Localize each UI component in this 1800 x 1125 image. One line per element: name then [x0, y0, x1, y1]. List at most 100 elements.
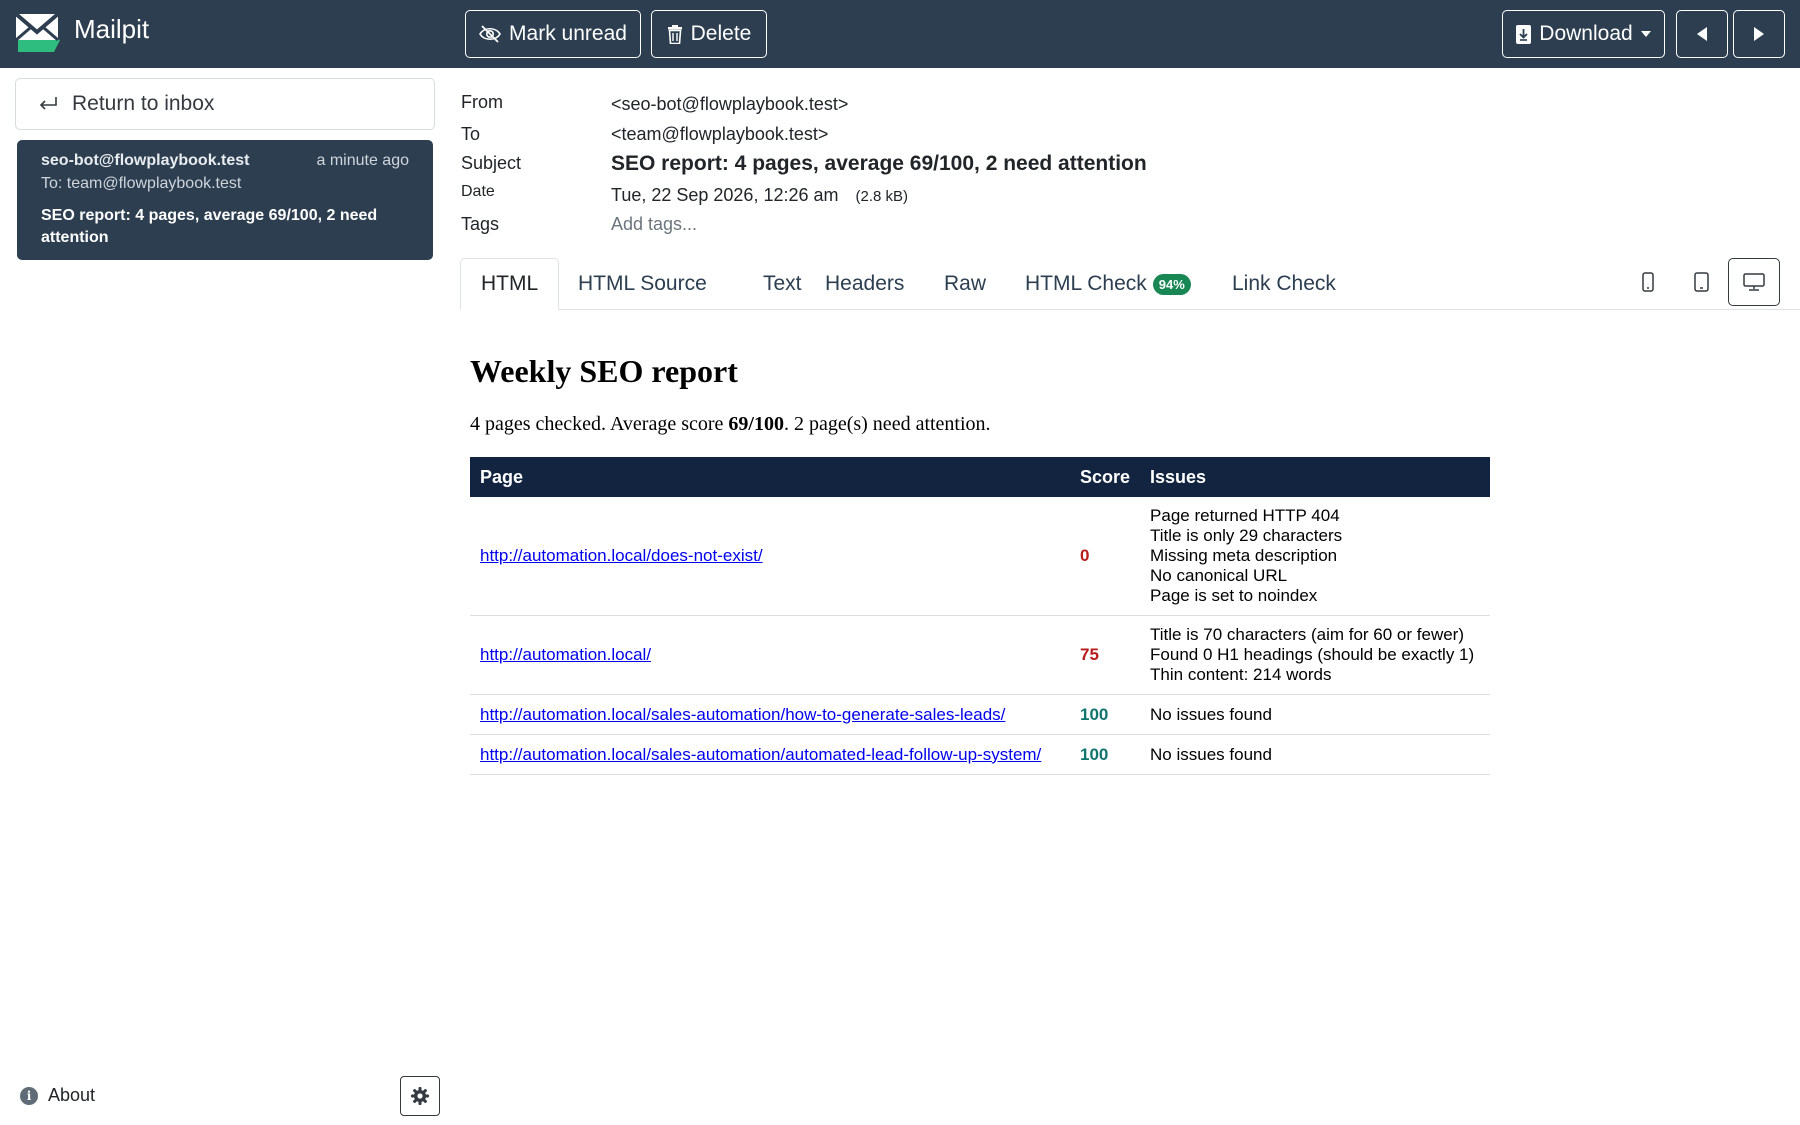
brand[interactable]: Mailpit — [14, 10, 149, 56]
tab-html-source[interactable]: HTML Source — [558, 258, 727, 310]
page-link[interactable]: http://automation.local/sales-automation… — [480, 745, 1041, 764]
tab-label: Link Check — [1232, 272, 1336, 295]
score-cell: 100 — [1070, 694, 1141, 735]
html-check-score-badge: 94% — [1152, 273, 1191, 295]
page-cell: http://automation.local/sales-automation… — [470, 694, 1070, 735]
tab-label: Raw — [944, 272, 987, 295]
about-label: About — [48, 1085, 96, 1105]
table-header-row: Page Score Issues — [470, 457, 1490, 497]
issues-cell: No issues found — [1140, 694, 1490, 735]
issue-text: Missing meta description — [1150, 546, 1338, 565]
tags-label: Tags — [461, 214, 500, 234]
column-header-page: Page — [470, 457, 1070, 497]
info-icon: i — [20, 1086, 38, 1105]
tab-raw[interactable]: Raw — [924, 258, 1006, 310]
message-size: (2.8 kB) — [855, 188, 909, 205]
tab-label: Text — [763, 272, 802, 295]
delete-label: Delete — [690, 22, 752, 45]
to-label: To — [461, 124, 481, 144]
return-to-inbox-label: Return to inbox — [72, 92, 215, 115]
about-link[interactable]: i About — [20, 1085, 95, 1106]
issues-cell: Title is 70 characters (aim for 60 or fe… — [1140, 615, 1490, 695]
tab-label: HTML Check — [1025, 272, 1147, 295]
tab-label: Headers — [825, 272, 905, 295]
message-time: a minute ago — [316, 152, 409, 169]
page-cell: http://automation.local/does-not-exist/ — [470, 497, 1070, 616]
tablet-view-button[interactable] — [1675, 258, 1727, 306]
issue-text: Page is set to noindex — [1150, 586, 1318, 605]
message-to: To: team@flowplaybook.test — [41, 175, 242, 192]
top-navbar: Mailpit Mark unread Delete Download — [0, 0, 1800, 68]
next-message-button[interactable] — [1733, 10, 1785, 58]
from-value: <seo-bot@flowplaybook.test> — [611, 94, 849, 114]
date-value: Tue, 22 Sep 2026, 12:26 am — [611, 185, 839, 205]
table-row: http://automation.local/does-not-exist/0… — [470, 497, 1490, 616]
settings-button[interactable] — [400, 1076, 440, 1116]
page-cell: http://automation.local/ — [470, 615, 1070, 695]
phone-view-button[interactable] — [1622, 258, 1674, 306]
summary-post: . 2 page(s) need attention. — [783, 413, 991, 435]
return-to-inbox-button[interactable]: Return to inbox — [15, 78, 435, 130]
issue-text: No issues found — [1150, 704, 1272, 724]
column-header-score: Score — [1070, 457, 1141, 497]
page-cell: http://automation.local/sales-automation… — [470, 734, 1070, 775]
message-list-item[interactable]: seo-bot@flowplaybook.test a minute ago T… — [17, 140, 433, 260]
table-row: http://automation.local/sales-automation… — [470, 734, 1490, 775]
tab-link-check[interactable]: Link Check — [1212, 258, 1356, 310]
message-subject: SEO report: 4 pages, average 69/100, 2 n… — [41, 207, 378, 246]
issues-cell: Page returned HTTP 404 Title is only 29 c… — [1140, 497, 1490, 616]
issue-text: Title is only 29 characters — [1150, 526, 1343, 545]
caret-right-icon — [1754, 27, 1764, 41]
score-cell: 75 — [1070, 615, 1141, 695]
app-name: Mailpit — [74, 13, 150, 44]
tab-html-check[interactable]: HTML Check 94% — [1005, 258, 1211, 310]
download-label: Download — [1539, 22, 1633, 45]
download-dropdown-button[interactable]: Download — [1502, 10, 1665, 58]
tab-label: HTML — [481, 272, 539, 295]
return-arrow-icon — [39, 97, 57, 110]
issue-text: No issues found — [1150, 744, 1272, 764]
subject-value: SEO report: 4 pages, average 69/100, 2 n… — [611, 152, 1147, 175]
date-row: Tue, 22 Sep 2026, 12:26 am (2.8 kB) — [611, 185, 908, 206]
tab-label: HTML Source — [578, 272, 707, 295]
seo-report-table: Page Score Issues http://automation.loca… — [470, 457, 1490, 775]
table-body: http://automation.local/does-not-exist/0… — [470, 497, 1490, 775]
phone-icon — [1642, 272, 1654, 292]
date-label: Date — [461, 183, 495, 200]
delete-button[interactable]: Delete — [651, 10, 767, 58]
tab-headers[interactable]: Headers — [805, 258, 924, 310]
score-cell: 0 — [1070, 497, 1141, 616]
column-header-issues: Issues — [1140, 457, 1490, 497]
email-summary: 4 pages checked. Average score 69/100. 2… — [470, 413, 991, 436]
desktop-icon — [1743, 273, 1765, 291]
summary-score: 69/100 — [728, 413, 784, 435]
eye-slash-icon — [479, 25, 501, 43]
summary-pre: 4 pages checked. Average score — [470, 413, 729, 435]
mark-unread-button[interactable]: Mark unread — [465, 10, 641, 58]
mark-unread-label: Mark unread — [509, 22, 627, 45]
download-file-icon — [1516, 24, 1532, 44]
page-link[interactable]: http://automation.local/sales-automation… — [480, 705, 1005, 724]
page-link[interactable]: http://automation.local/ — [480, 645, 651, 664]
mailpit-logo-icon — [14, 12, 60, 52]
tags-input[interactable]: Add tags... — [611, 214, 697, 235]
issue-text: No canonical URL — [1150, 566, 1288, 585]
score-cell: 100 — [1070, 734, 1141, 775]
page-link[interactable]: http://automation.local/does-not-exist/ — [480, 546, 763, 565]
from-label: From — [461, 92, 503, 112]
tablet-icon — [1693, 272, 1709, 292]
tab-html[interactable]: HTML — [460, 258, 560, 310]
trash-icon — [667, 24, 682, 44]
message-from: seo-bot@flowplaybook.test — [41, 152, 250, 169]
issue-text: Found 0 H1 headings (should be exactly 1… — [1150, 645, 1475, 664]
table-row: http://automation.local/75 Title is 70 ch… — [470, 615, 1490, 695]
issue-text: Thin content: 214 words — [1150, 665, 1332, 684]
subject-label: Subject — [461, 153, 522, 173]
desktop-view-button[interactable] — [1728, 258, 1780, 306]
table-row: http://automation.local/sales-automation… — [470, 694, 1490, 735]
issue-text: Title is 70 characters (aim for 60 or fe… — [1150, 625, 1464, 644]
previous-message-button[interactable] — [1676, 10, 1728, 58]
to-value: <team@flowplaybook.test> — [611, 124, 829, 144]
caret-down-icon — [1640, 31, 1651, 37]
issues-cell: No issues found — [1140, 734, 1490, 775]
